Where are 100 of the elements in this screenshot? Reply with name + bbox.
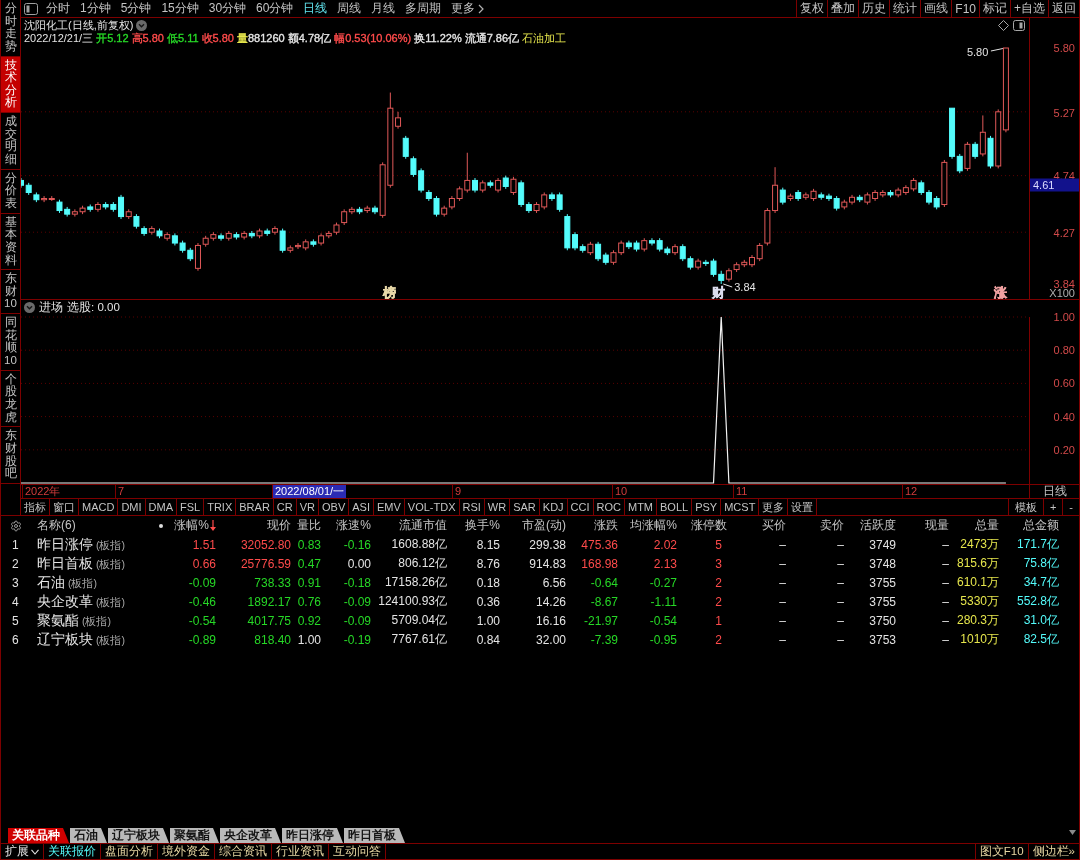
period-tab[interactable]: 月线: [367, 0, 400, 17]
indicator-tab[interactable]: 设置: [788, 499, 818, 515]
bottom-tab[interactable]: 辽宁板块: [108, 828, 169, 843]
indicator-tab[interactable]: EMV: [373, 499, 405, 515]
sidebar-tab[interactable]: 个股龙虎: [1, 370, 20, 428]
chevron-down-circle-icon[interactable]: [136, 20, 148, 31]
indicator-tab[interactable]: ROC: [593, 499, 625, 515]
sidebar-toggle-icon[interactable]: [24, 2, 38, 15]
sidebar-tab[interactable]: 成交明细: [1, 113, 20, 170]
indicator-tab[interactable]: MCST: [721, 499, 760, 515]
column-header[interactable]: 现价: [216, 517, 291, 534]
column-header[interactable]: 涨幅%: [171, 517, 216, 534]
tool-button[interactable]: -: [1062, 499, 1079, 515]
column-header[interactable]: 现量: [896, 517, 949, 534]
indicator-tab[interactable]: FSL: [177, 499, 205, 515]
sidebar-tab[interactable]: 同花顺10: [1, 314, 20, 371]
toolbar-button[interactable]: 返回: [1048, 0, 1079, 17]
indicator-tab[interactable]: KDJ: [539, 499, 568, 515]
sidebar-tab[interactable]: 东财股吧: [1, 427, 20, 484]
indicator-tab[interactable]: SAR: [510, 499, 540, 515]
indicator-tab[interactable]: TRIX: [204, 499, 237, 515]
event-marker[interactable]: 财: [712, 285, 725, 299]
column-header[interactable]: 量比: [291, 517, 321, 534]
column-header[interactable]: 市盈(动): [500, 517, 566, 534]
period-tab[interactable]: 多周期: [401, 0, 446, 17]
period-tab[interactable]: 日线: [299, 0, 332, 17]
sidebar-tab[interactable]: 基本资料: [1, 213, 20, 271]
column-header[interactable]: 名称(6): [31, 517, 171, 534]
toolbar-button[interactable]: 历史: [858, 0, 890, 17]
caret-down-icon[interactable]: [1069, 830, 1076, 835]
toolbar-button[interactable]: +自选: [1010, 0, 1048, 17]
tool-button[interactable]: 模板: [1007, 499, 1043, 515]
tool-button[interactable]: +: [1042, 499, 1063, 515]
indicator-tab[interactable]: RSI: [459, 499, 485, 515]
period-tab[interactable]: 分时: [42, 0, 74, 17]
chevron-down-circle-icon[interactable]: [24, 301, 35, 313]
indicator-tab[interactable]: DMI: [118, 499, 146, 515]
column-header[interactable]: 涨停数: [677, 517, 727, 534]
toolbar-button[interactable]: F10: [951, 0, 979, 17]
event-marker[interactable]: 榜: [383, 285, 396, 299]
indicator-tab[interactable]: MTM: [625, 499, 658, 515]
column-header[interactable]: 涨跌: [566, 517, 618, 534]
status-link[interactable]: 扩展: [1, 844, 44, 859]
settings-icon[interactable]: [10, 519, 22, 532]
bottom-tab[interactable]: 聚氨酯: [170, 828, 219, 843]
column-header[interactable]: 均涨幅%: [618, 517, 677, 534]
bottom-tab[interactable]: 石油: [70, 828, 107, 843]
column-header[interactable]: 买价: [727, 517, 786, 534]
indicator-tab[interactable]: BRAR: [236, 499, 274, 515]
status-link[interactable]: 互动问答: [329, 844, 386, 859]
indicator-tab[interactable]: OBV: [319, 499, 350, 515]
status-link[interactable]: 境外资金: [158, 844, 215, 859]
indicator-tab[interactable]: ASI: [349, 499, 374, 515]
status-link[interactable]: 盘面分析: [101, 844, 158, 859]
sidebar-tab[interactable]: 分时走势: [1, 0, 20, 57]
period-tab[interactable]: 60分钟: [252, 0, 298, 17]
indicator-tab[interactable]: 窗口: [50, 499, 79, 515]
period-tab[interactable]: 15分钟: [157, 0, 203, 17]
bottom-tab[interactable]: 昨日首板: [344, 828, 405, 843]
sidebar-tab[interactable]: 东财10: [1, 270, 20, 315]
toolbar-button[interactable]: 画线: [920, 0, 952, 17]
column-header[interactable]: 总金额: [999, 517, 1059, 534]
column-header[interactable]: 活跃度: [844, 517, 896, 534]
status-link[interactable]: 图文F10: [974, 844, 1028, 859]
status-link[interactable]: 侧边栏»: [1027, 844, 1079, 859]
event-marker[interactable]: 涨: [994, 285, 1007, 299]
status-link[interactable]: 行业资讯: [272, 844, 329, 859]
period-tab[interactable]: 1分钟: [76, 0, 115, 17]
status-link[interactable]: 综合资讯: [215, 844, 272, 859]
indicator-tab[interactable]: MACD: [79, 499, 119, 515]
indicator-tab[interactable]: PSY: [692, 499, 722, 515]
indicator-tab[interactable]: CR: [273, 499, 297, 515]
indicator-tab[interactable]: BOLL: [657, 499, 693, 515]
toolbar-button[interactable]: 统计: [889, 0, 921, 17]
period-tab[interactable]: 5分钟: [116, 0, 156, 17]
panel-icon[interactable]: [1013, 20, 1025, 31]
indicator-tab[interactable]: WR: [484, 499, 511, 515]
sidebar-tab[interactable]: 技术分析: [1, 56, 20, 114]
status-link[interactable]: 关联报价: [44, 844, 101, 859]
column-header[interactable]: 流通市值: [371, 517, 447, 534]
toolbar-button[interactable]: 叠加: [827, 0, 859, 17]
period-tab[interactable]: 周线: [333, 0, 366, 17]
bottom-tab[interactable]: 关联品种: [8, 828, 69, 843]
column-header[interactable]: 总量: [949, 517, 999, 534]
diamond-icon[interactable]: [998, 20, 1009, 31]
indicator-tab[interactable]: DMA: [145, 499, 177, 515]
indicator-tab[interactable]: VR: [296, 499, 319, 515]
bottom-tab[interactable]: 央企改革: [220, 828, 281, 843]
indicator-tab[interactable]: CCI: [567, 499, 594, 515]
period-tab[interactable]: 30分钟: [204, 0, 251, 17]
toolbar-button[interactable]: 复权: [796, 0, 828, 17]
indicator-tab[interactable]: VOL-TDX: [404, 499, 460, 515]
column-header[interactable]: 卖价: [786, 517, 844, 534]
indicator-tab[interactable]: 指标: [21, 499, 50, 515]
sidebar-tab[interactable]: 分价表: [1, 169, 20, 214]
column-header[interactable]: 涨速%: [321, 517, 371, 534]
indicator-tab[interactable]: 更多: [759, 499, 789, 515]
column-header[interactable]: 换手%: [447, 517, 500, 534]
toolbar-button[interactable]: 标记: [979, 0, 1010, 17]
period-tab[interactable]: 更多: [447, 0, 489, 17]
